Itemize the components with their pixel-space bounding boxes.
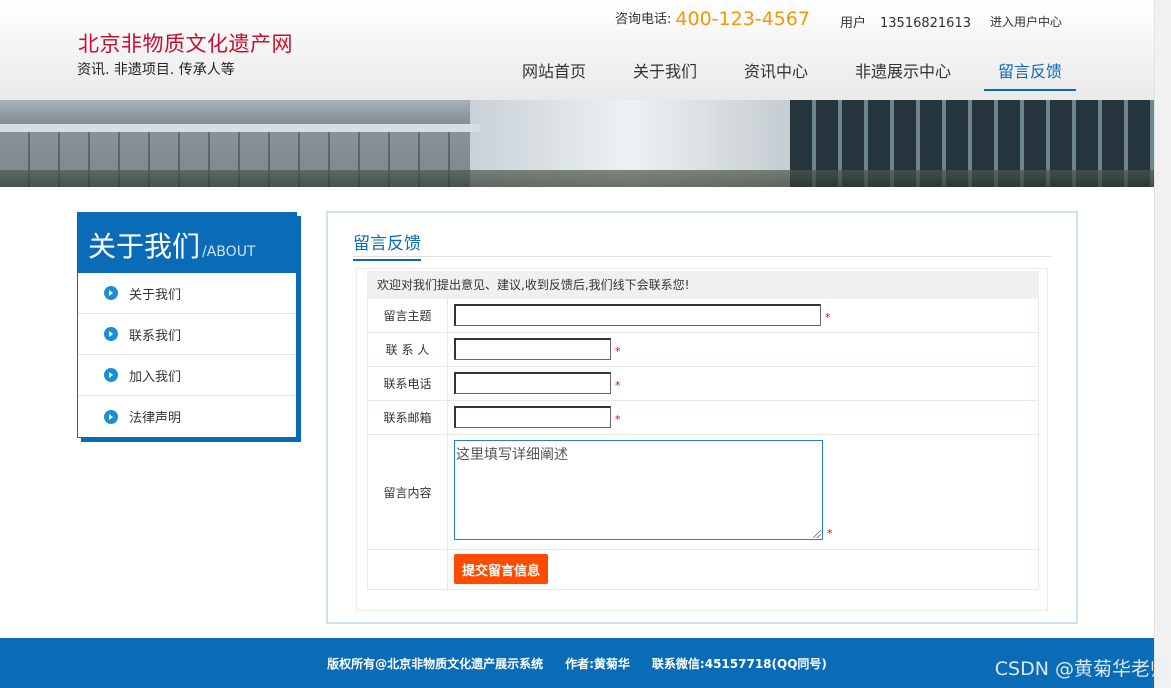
- submit-label-cell: [368, 550, 448, 589]
- sidebar-item-label: 加入我们: [129, 369, 182, 385]
- arrow-circle-icon: [104, 368, 118, 382]
- title-divider: [353, 256, 1051, 257]
- user-label: 用户: [840, 16, 867, 31]
- site-header: 北京非物质文化遗产网 资讯. 非遗项目. 传承人等 咨询电话: 400-123-4…: [0, 0, 1154, 100]
- user-info: 用户 13516821613: [840, 12, 971, 31]
- footer-author: 作者:黄菊华: [565, 656, 630, 671]
- sidebar-item-label: 关于我们: [129, 287, 182, 303]
- arrow-circle-icon: [104, 286, 118, 300]
- required-mark: *: [615, 345, 621, 358]
- sidebar: 关于我们/ABOUT 关于我们 联系我们 加入我们 法律声明: [77, 212, 297, 438]
- user-phone: 13516821613: [880, 16, 971, 31]
- phone-label: 联系电话: [368, 367, 448, 400]
- required-mark: *: [825, 311, 831, 324]
- sidebar-item-join[interactable]: 加入我们: [78, 355, 296, 396]
- form-row-submit: 提交留言信息: [367, 550, 1039, 590]
- footer-contact: 联系微信:45157718(QQ同号): [651, 656, 827, 671]
- email-label: 联系邮箱: [368, 401, 448, 434]
- watermark: CSDN @黄菊华老师: [994, 658, 1169, 680]
- nav-news[interactable]: 资讯中心: [744, 58, 808, 89]
- form-row-phone: 联系电话 *: [367, 367, 1039, 401]
- sidebar-item-about[interactable]: 关于我们: [78, 273, 296, 314]
- form-intro: 欢迎对我们提出意见、建议,收到反馈后,我们线下会联系您!: [367, 271, 1039, 299]
- required-mark: *: [827, 527, 833, 540]
- contact-label: 联 系 人: [368, 333, 448, 366]
- nav-feedback[interactable]: 留言反馈: [984, 58, 1077, 91]
- form-row-contact: 联 系 人 *: [367, 333, 1039, 367]
- feedback-form: 欢迎对我们提出意见、建议,收到反馈后,我们线下会联系您! 留言主题 * 联 系 …: [356, 268, 1048, 611]
- site-title: 北京非物质文化遗产网: [78, 32, 293, 56]
- page-scrollbar[interactable]: [1154, 0, 1171, 688]
- arrow-circle-icon: [104, 409, 118, 424]
- required-mark: *: [615, 413, 621, 426]
- sidebar-item-label: 法律声明: [129, 411, 182, 426]
- subject-input[interactable]: [454, 304, 821, 326]
- subject-label: 留言主题: [368, 299, 448, 332]
- banner-image: [0, 100, 1154, 187]
- sidebar-title: 关于我们: [88, 230, 201, 263]
- user-center-link[interactable]: 进入用户中心: [990, 13, 1062, 30]
- email-input[interactable]: [454, 406, 611, 428]
- phone-input[interactable]: [454, 372, 611, 394]
- sidebar-item-legal[interactable]: 法律声明: [78, 396, 296, 437]
- hotline: 咨询电话: 400-123-4567: [615, 8, 810, 30]
- submit-button[interactable]: 提交留言信息: [454, 554, 548, 584]
- sidebar-item-contact[interactable]: 联系我们: [78, 314, 296, 355]
- form-row-content: 留言内容 这里填写详细阐述 *: [367, 435, 1039, 550]
- nav-about[interactable]: 关于我们: [633, 58, 697, 89]
- feedback-panel: 留言反馈 欢迎对我们提出意见、建议,收到反馈后,我们线下会联系您! 留言主题 *…: [326, 211, 1078, 624]
- nav-home[interactable]: 网站首页: [522, 58, 586, 89]
- contact-input[interactable]: [454, 338, 611, 360]
- site-subtitle: 资讯. 非遗项目. 传承人等: [77, 62, 235, 78]
- arrow-circle-icon: [104, 327, 118, 341]
- content-label: 留言内容: [368, 435, 448, 549]
- required-mark: *: [615, 379, 621, 392]
- content-placeholder: 这里填写详细阐述: [456, 447, 568, 463]
- resize-grip-icon[interactable]: [813, 530, 821, 538]
- form-row-email: 联系邮箱 *: [367, 401, 1039, 435]
- sidebar-header: 关于我们/ABOUT: [78, 213, 296, 273]
- footer-copyright: 版权所有@北京非物质文化遗产展示系统: [327, 656, 544, 671]
- sidebar-title-en: /ABOUT: [202, 244, 256, 260]
- nav-heritage[interactable]: 非遗展示中心: [855, 58, 951, 89]
- content-textarea[interactable]: 这里填写详细阐述: [454, 440, 823, 540]
- hotline-label: 咨询电话:: [615, 12, 672, 27]
- hotline-number: 400-123-4567: [675, 8, 810, 30]
- form-row-subject: 留言主题 *: [367, 299, 1039, 333]
- sidebar-item-label: 联系我们: [129, 328, 182, 344]
- site-footer: 版权所有@北京非物质文化遗产展示系统 作者:黄菊华 联系微信:45157718(…: [0, 638, 1154, 688]
